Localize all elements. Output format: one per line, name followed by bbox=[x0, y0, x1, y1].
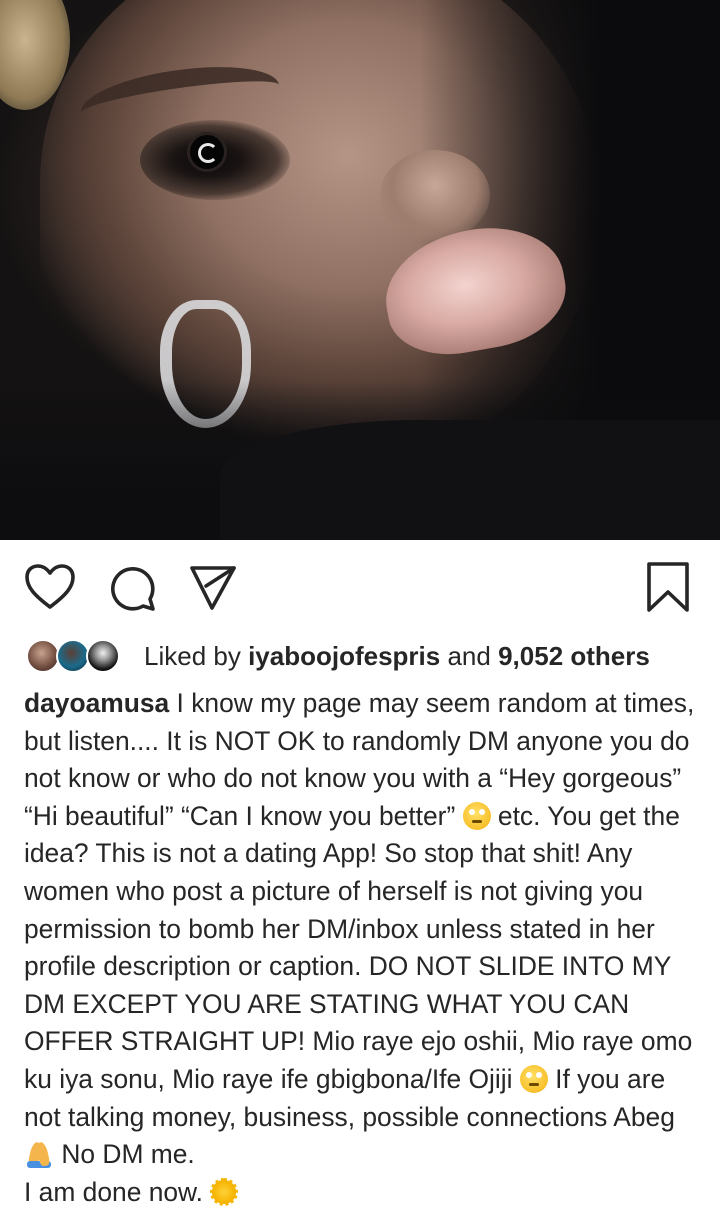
folded-hands-icon bbox=[24, 1140, 54, 1169]
paper-plane-icon bbox=[190, 566, 236, 610]
likes-middle: and bbox=[447, 640, 491, 671]
like-button[interactable] bbox=[20, 552, 80, 622]
caption-text: No DM me. bbox=[54, 1139, 195, 1170]
face-with-rolling-eyes-icon bbox=[519, 1064, 548, 1093]
photo-clothing bbox=[220, 420, 720, 540]
likes-prefix: Liked by bbox=[144, 640, 241, 671]
liker-username[interactable]: iyaboojofespris bbox=[248, 641, 440, 671]
sun-icon bbox=[210, 1177, 239, 1206]
likes-row[interactable]: Liked by iyaboojofespris and 9,052 other… bbox=[26, 634, 650, 678]
instagram-post: Liked by iyaboojofespris and 9,052 other… bbox=[0, 0, 720, 1207]
comment-icon bbox=[111, 567, 155, 611]
photo-nose bbox=[380, 150, 490, 240]
avatar bbox=[26, 639, 60, 673]
post-photo[interactable] bbox=[0, 0, 720, 540]
caption-text: I am done now. bbox=[24, 1176, 211, 1207]
heart-icon bbox=[25, 564, 75, 609]
bookmark-icon bbox=[647, 562, 689, 612]
avatar bbox=[86, 639, 120, 673]
post-action-bar bbox=[0, 552, 720, 622]
save-button[interactable] bbox=[638, 552, 698, 622]
share-button[interactable] bbox=[183, 552, 243, 622]
avatar bbox=[56, 639, 90, 673]
likes-count[interactable]: 9,052 others bbox=[498, 641, 650, 671]
post-caption: dayoamusa I know my page may seem random… bbox=[24, 685, 700, 1211]
comment-button[interactable] bbox=[102, 552, 162, 622]
likes-text: Liked by iyaboojofespris and 9,052 other… bbox=[144, 641, 650, 672]
photo-iris bbox=[190, 135, 224, 169]
caption-username[interactable]: dayoamusa bbox=[24, 688, 169, 718]
face-with-rolling-eyes-icon bbox=[462, 801, 491, 830]
liker-avatars bbox=[26, 639, 128, 673]
caption-text: etc. You get the idea? This is not a dat… bbox=[24, 800, 693, 1094]
